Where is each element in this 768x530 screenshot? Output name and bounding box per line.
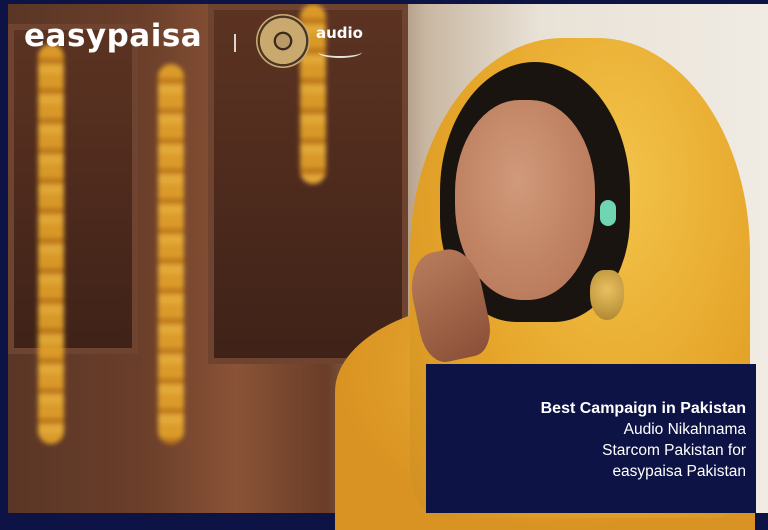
seal-icon — [256, 14, 310, 68]
marigold-garland — [158, 64, 184, 444]
award-caption: Best Campaign in Pakistan Audio Nikahnam… — [426, 364, 756, 513]
agency-name: Starcom Pakistan for — [602, 442, 746, 459]
audio-logo-text: audio — [316, 24, 363, 42]
marigold-garland — [38, 44, 64, 444]
award-title: Best Campaign in Pakistan — [540, 400, 746, 417]
audio-nikahnama-logo: audio — [256, 14, 374, 74]
easypaisa-logo: easypaisa — [24, 18, 203, 54]
client-name: easypaisa Pakistan — [612, 463, 746, 480]
campaign-name: Audio Nikahnama — [623, 421, 746, 438]
earphone-icon — [600, 200, 616, 226]
logo-divider — [234, 34, 236, 52]
urdu-script-mark — [318, 46, 362, 58]
jhumka-earring — [590, 270, 624, 320]
window-shutter-left — [8, 24, 138, 354]
